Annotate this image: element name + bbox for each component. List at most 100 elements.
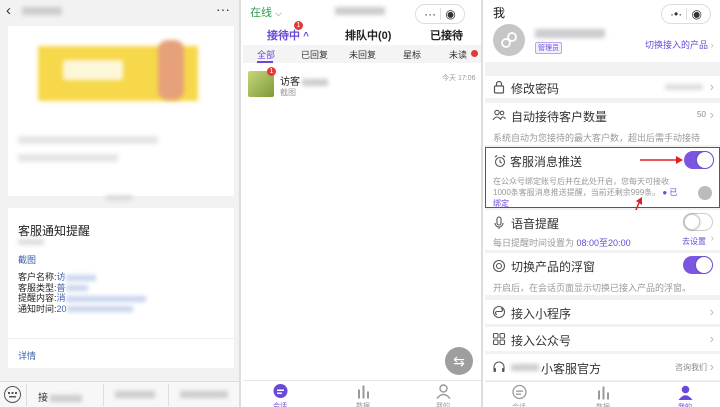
row-official-account[interactable]: 接入公众号 › (485, 327, 720, 351)
chat-title (22, 7, 62, 15)
service-label: 小客服官方 (541, 362, 602, 376)
article-line (18, 154, 118, 162)
official-account-label: 接入公众号 (511, 334, 572, 348)
phone-number (665, 84, 703, 90)
alarm-clock-icon (494, 155, 506, 168)
profile-header: 我 ·•· ◉ 管理员 切换接入的产品 › (485, 0, 720, 62)
row-auto-count[interactable]: 自动接待客户数量 50 › 系统自动为您接待的最大客户数，超出后需手动接待 (485, 103, 720, 145)
field-row: 提醒内容:消 (18, 293, 146, 304)
float-desc: 开启后，在会话页面显示切换已接入产品的浮窗。 (493, 283, 692, 293)
more-icon[interactable]: ·•· (670, 8, 682, 20)
row-password[interactable]: 修改密码 › (485, 76, 720, 98)
capsule-menu[interactable]: ··· ◉ (415, 4, 465, 24)
user-name (535, 29, 605, 38)
field-row: 通知时间:20 (18, 304, 146, 315)
tab-mine[interactable]: 我的 (423, 383, 463, 407)
filter-underline (257, 61, 273, 63)
row-mini-program[interactable]: 接入小程序 › (485, 300, 720, 324)
voice-toggle[interactable] (683, 213, 713, 231)
card-subtitle (18, 239, 44, 245)
conversation-panel: 在线 ⌵ ··· ◉ 接待中 ^ 1 排队中(0) 已接待 全部 已回复 未回复… (243, 0, 483, 407)
chevron-right-icon: › (710, 233, 714, 244)
divider (8, 338, 234, 339)
close-icon[interactable]: ◉ (445, 8, 455, 20)
status-dropdown[interactable]: 在线 ⌵ (250, 4, 282, 20)
app-title (335, 7, 385, 15)
chat-icon (273, 384, 287, 398)
float-toggle[interactable] (683, 256, 713, 274)
timestamp (105, 195, 133, 201)
tab-received[interactable]: 已接待 (430, 27, 463, 43)
article-line (18, 136, 158, 144)
switch-product-link[interactable]: 切换接入的产品 › (645, 38, 714, 51)
row-float[interactable]: 切换产品的浮窗 开启后，在会话页面显示切换已接入产品的浮窗。 (485, 253, 720, 295)
mini-program-label: 接入小程序 (511, 307, 572, 321)
filter-starred[interactable]: 星标 (403, 48, 421, 61)
tab-bar: 接待中 ^ 1 排队中(0) 已接待 (243, 21, 481, 44)
filter-replied[interactable]: 已回复 (301, 48, 328, 61)
card-title: 客服通知提醒 (18, 224, 91, 238)
chevron-right-icon: › (709, 359, 714, 374)
conversation-preview: 截图 (280, 88, 296, 97)
field-row: 客服类型:普 (18, 283, 146, 294)
tab-badge: 1 (294, 21, 303, 30)
menu-bar: 接 (0, 381, 239, 407)
notification-card[interactable]: 客服通知提醒 截图 客户名称:访 客服类型:普 提醒内容:消 通知时间:20 详… (8, 208, 234, 368)
tab-chat[interactable]: 会话 (499, 384, 539, 407)
chat-header: ‹ ··· (0, 0, 239, 22)
tab-chat[interactable]: 会话 (260, 383, 300, 407)
bottom-tab-bar: 会话 数据 我的 (243, 380, 481, 407)
conversation-time: 今天 17:06 (442, 75, 476, 82)
tab-receiving[interactable]: 接待中 ^ (267, 27, 309, 43)
chevron-right-icon: › (709, 304, 714, 319)
capsule-menu[interactable]: ·•· ◉ (661, 4, 711, 24)
push-desc: 在公众号绑定账号后并在此处开启，您每天可接收1000条客服消息推送提醒，当前还剩… (493, 177, 678, 208)
tab-data[interactable]: 数据 (343, 383, 383, 407)
row-voice[interactable]: 语音提醒 每日提醒时间设置为 08:00至20:00 去设置 › (485, 210, 720, 250)
keyboard-icon[interactable] (4, 386, 21, 403)
tab-queue[interactable]: 排队中(0) (345, 27, 391, 43)
top-bar: 在线 ⌵ ··· ◉ (243, 0, 481, 24)
contact-link[interactable]: 咨询我们 (675, 362, 707, 373)
chevron-right-icon: › (709, 79, 714, 94)
lock-icon (493, 80, 505, 94)
chat-panel: ‹ ··· 客服通知提醒 截图 客户名称:访 客服类型:普 提醒内容:消 通知时… (0, 0, 241, 407)
target-icon (492, 259, 506, 273)
filter-unread[interactable]: 未读 (449, 48, 467, 61)
row-official-service[interactable]: 小客服官方 咨询我们 › (485, 354, 720, 380)
push-label: 客服消息推送 (510, 155, 583, 169)
grid-icon (492, 332, 506, 346)
mini-program-icon (492, 305, 506, 319)
more-icon[interactable]: ··· (216, 1, 230, 17)
menu-item[interactable] (180, 391, 228, 398)
filter-bar: 全部 已回复 未回复 星标 未读 (243, 45, 481, 63)
article-card[interactable] (8, 26, 234, 196)
chevron-right-icon: › (709, 331, 714, 346)
tab-data[interactable]: 数据 (583, 384, 623, 407)
filter-unreplied[interactable]: 未回复 (349, 48, 376, 61)
voice-settings-link[interactable]: 去设置 (682, 236, 706, 247)
push-toggle[interactable] (684, 151, 714, 169)
banner-figure (158, 40, 184, 100)
chevron-right-icon: › (709, 107, 714, 122)
tab-mine[interactable]: 我的 (665, 384, 705, 407)
microphone-icon (494, 216, 504, 229)
float-label: 切换产品的浮窗 (511, 260, 596, 274)
switch-float-icon[interactable]: ⇆ (445, 347, 473, 375)
conversation-item[interactable]: 1 访客 今天 17:06 截图 (243, 66, 481, 104)
menu-item[interactable]: 接 (38, 389, 82, 404)
auto-count-value: 50 (697, 110, 706, 119)
detail-link[interactable]: 详情 (18, 349, 36, 362)
close-icon[interactable]: ◉ (691, 8, 701, 20)
back-icon[interactable]: ‹ (6, 2, 11, 19)
screenshot-link[interactable]: 截图 (18, 253, 36, 266)
voice-label: 语音提醒 (511, 217, 560, 231)
more-icon[interactable]: ··· (424, 8, 436, 20)
conversation-badge: 1 (267, 67, 276, 76)
role-badge: 管理员 (535, 42, 562, 54)
filter-all[interactable]: 全部 (257, 48, 275, 61)
headset-icon (493, 361, 505, 372)
service-name-blur (511, 364, 539, 371)
row-push-highlight[interactable]: 客服消息推送 在公众号绑定账号后并在此处开启，您每天可接收1000条客服消息推送… (485, 147, 720, 208)
menu-item[interactable] (115, 391, 155, 398)
